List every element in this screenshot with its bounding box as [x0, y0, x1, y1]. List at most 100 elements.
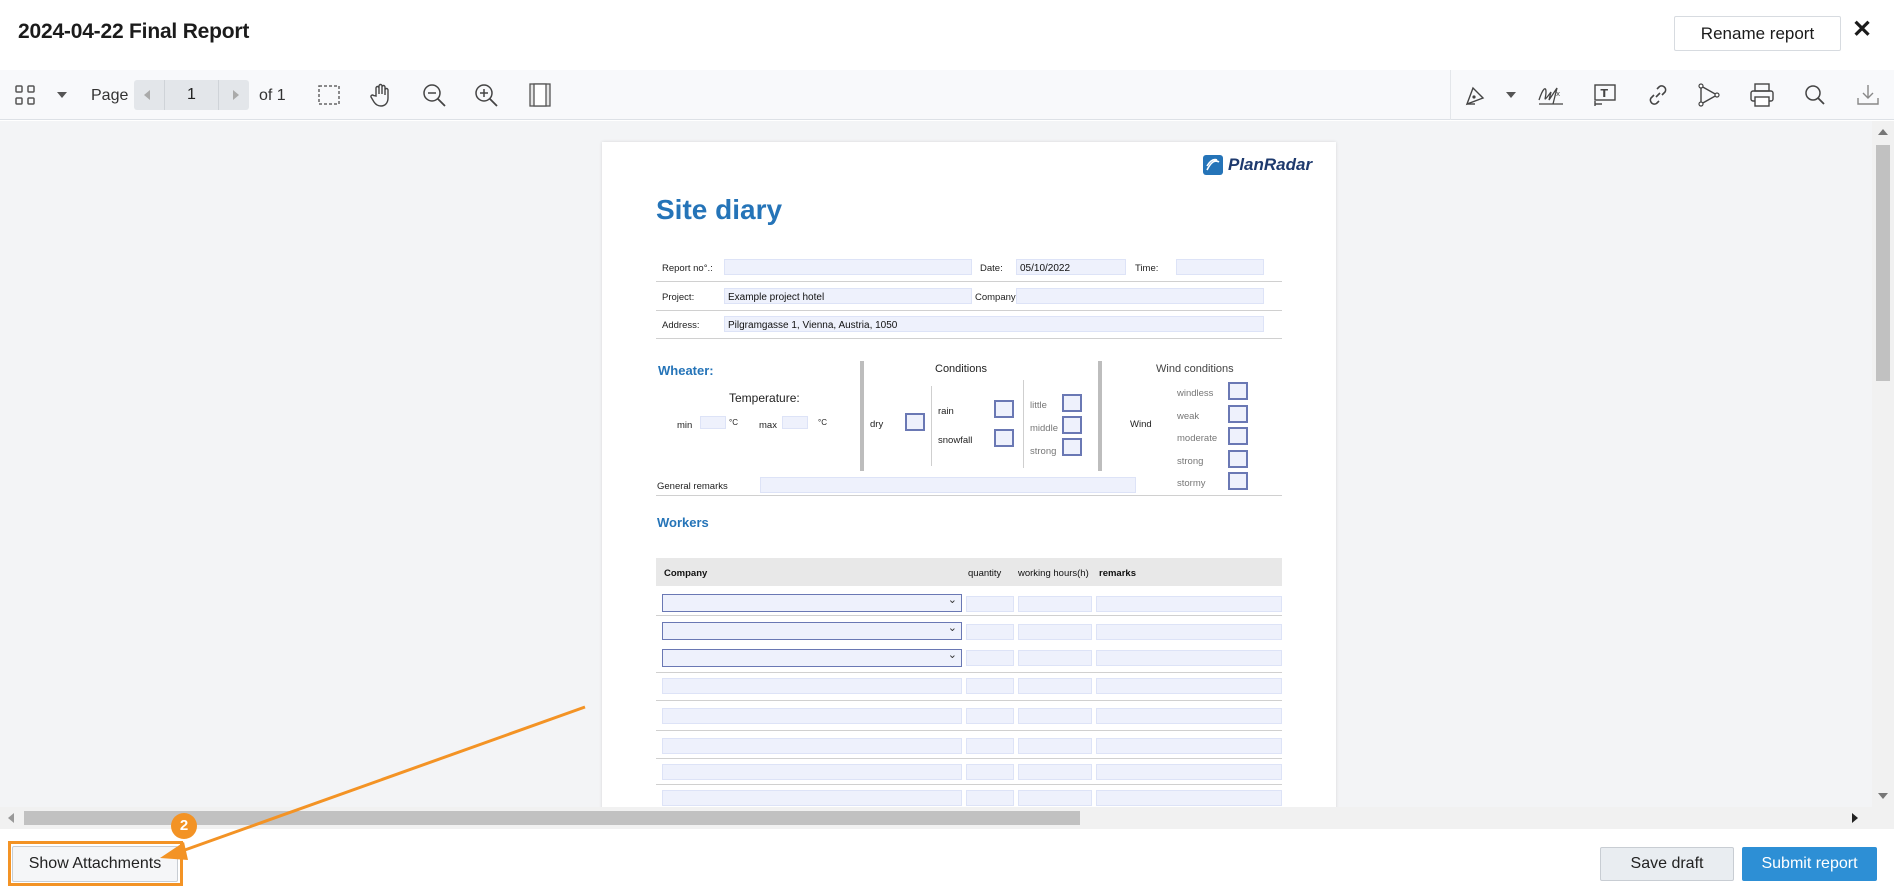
divider	[1098, 361, 1102, 471]
scroll-left-icon[interactable]	[8, 813, 14, 823]
remarks-cell[interactable]	[1096, 650, 1282, 666]
weak-checkbox[interactable]	[1228, 405, 1248, 423]
zoom-in-icon[interactable]	[471, 80, 501, 110]
zoom-out-icon[interactable]	[419, 80, 449, 110]
remarks-cell[interactable]	[1096, 624, 1282, 640]
moderate-checkbox[interactable]	[1228, 427, 1248, 445]
quantity-cell[interactable]	[966, 650, 1014, 666]
hours-cell[interactable]	[1018, 596, 1092, 612]
general-remarks-label: General remarks	[657, 481, 728, 492]
company-select[interactable]	[662, 648, 962, 667]
remarks-cell[interactable]	[1096, 678, 1282, 694]
dry-checkbox[interactable]	[905, 413, 925, 431]
thumbnails-icon[interactable]	[10, 80, 40, 110]
little-checkbox[interactable]	[1062, 394, 1082, 412]
horizontal-scrollbar[interactable]	[0, 807, 1872, 829]
wind-label: Wind	[1130, 419, 1152, 430]
search-icon[interactable]	[1800, 80, 1830, 110]
hours-cell[interactable]	[1018, 764, 1092, 780]
remarks-cell[interactable]	[1096, 764, 1282, 780]
time-field[interactable]	[1176, 259, 1264, 275]
previous-page-icon[interactable]	[134, 80, 160, 110]
quantity-cell[interactable]	[966, 708, 1014, 724]
hours-cell[interactable]	[1018, 678, 1092, 694]
company-select[interactable]	[662, 621, 962, 640]
scroll-down-icon[interactable]	[1878, 793, 1888, 799]
weather-title: Wheater:	[658, 363, 714, 378]
company-select[interactable]	[662, 593, 962, 612]
remarks-cell[interactable]	[1096, 738, 1282, 754]
marquee-select-icon[interactable]	[314, 80, 344, 110]
strong-label: strong	[1030, 446, 1057, 457]
hours-cell[interactable]	[1018, 708, 1092, 724]
chevron-down-icon[interactable]	[47, 80, 77, 110]
company-label: Company:	[975, 292, 1019, 303]
download-icon[interactable]	[1853, 80, 1883, 110]
quantity-cell[interactable]	[966, 678, 1014, 694]
next-page-icon[interactable]	[223, 80, 249, 110]
general-remarks-field[interactable]	[760, 477, 1136, 493]
windless-checkbox[interactable]	[1228, 382, 1248, 400]
rename-report-button[interactable]: Rename report	[1674, 16, 1841, 51]
text-field-icon[interactable]: T	[1590, 80, 1620, 110]
company-field[interactable]	[1016, 288, 1264, 304]
chevron-down-icon[interactable]	[1496, 80, 1526, 110]
page-label: Page	[91, 87, 129, 104]
signature-icon[interactable]: x	[1536, 80, 1566, 110]
rain-checkbox[interactable]	[994, 400, 1014, 418]
max-temp-field[interactable]	[782, 416, 808, 429]
strong-checkbox[interactable]	[1062, 438, 1082, 456]
remarks-cell[interactable]	[1096, 708, 1282, 724]
remarks-cell[interactable]	[1096, 596, 1282, 612]
company-cell[interactable]	[662, 764, 962, 780]
middle-label: middle	[1030, 423, 1058, 434]
stormy-checkbox[interactable]	[1228, 472, 1248, 490]
single-page-view-icon[interactable]	[525, 80, 555, 110]
annotate-pen-icon[interactable]	[1461, 80, 1491, 110]
snowfall-checkbox[interactable]	[994, 429, 1014, 447]
report-no-field[interactable]	[724, 259, 972, 275]
link-icon[interactable]	[1643, 80, 1673, 110]
date-value: 05/10/2022	[1020, 263, 1071, 274]
scroll-right-icon[interactable]	[1852, 813, 1858, 823]
company-cell[interactable]	[662, 678, 962, 694]
show-attachments-button[interactable]: Show Attachments	[12, 846, 178, 882]
hours-cell[interactable]	[1018, 738, 1092, 754]
quantity-cell[interactable]	[966, 596, 1014, 612]
wind-strong-checkbox[interactable]	[1228, 450, 1248, 468]
scroll-up-icon[interactable]	[1878, 129, 1888, 135]
page-number-input[interactable]: 1	[164, 80, 219, 110]
column-header-remarks: remarks	[1099, 568, 1136, 579]
vertical-scrollbar[interactable]	[1872, 121, 1894, 807]
max-unit: °C	[818, 418, 827, 427]
svg-text:x: x	[1556, 90, 1560, 98]
close-icon[interactable]: ✕	[1850, 16, 1874, 44]
pan-hand-icon[interactable]	[366, 80, 396, 110]
company-cell[interactable]	[662, 790, 962, 806]
quantity-cell[interactable]	[966, 738, 1014, 754]
submit-report-button[interactable]: Submit report	[1742, 847, 1877, 881]
quantity-cell[interactable]	[966, 624, 1014, 640]
quantity-cell[interactable]	[966, 790, 1014, 806]
middle-checkbox[interactable]	[1062, 416, 1082, 434]
time-label: Time:	[1135, 263, 1159, 274]
date-label: Date:	[980, 263, 1003, 274]
stormy-label: stormy	[1177, 478, 1206, 489]
stamp-icon[interactable]	[1694, 80, 1724, 110]
vertical-scroll-thumb[interactable]	[1876, 145, 1890, 381]
doc-title: Site diary	[656, 194, 783, 225]
hours-cell[interactable]	[1018, 624, 1092, 640]
planradar-logo: PlanRadar	[1202, 152, 1312, 178]
header-bar: 2024-04-22 Final Report Rename report ✕	[0, 0, 1894, 66]
document-viewer[interactable]: PlanRadar Site diary Report no°.: Date: …	[0, 121, 1872, 807]
hours-cell[interactable]	[1018, 650, 1092, 666]
company-cell[interactable]	[662, 708, 962, 724]
company-cell[interactable]	[662, 738, 962, 754]
print-icon[interactable]	[1747, 80, 1777, 110]
quantity-cell[interactable]	[966, 764, 1014, 780]
save-draft-button[interactable]: Save draft	[1600, 847, 1734, 881]
hours-cell[interactable]	[1018, 790, 1092, 806]
min-temp-field[interactable]	[700, 416, 726, 429]
column-header-working-hours: working hours(h)	[1018, 568, 1089, 579]
remarks-cell[interactable]	[1096, 790, 1282, 806]
